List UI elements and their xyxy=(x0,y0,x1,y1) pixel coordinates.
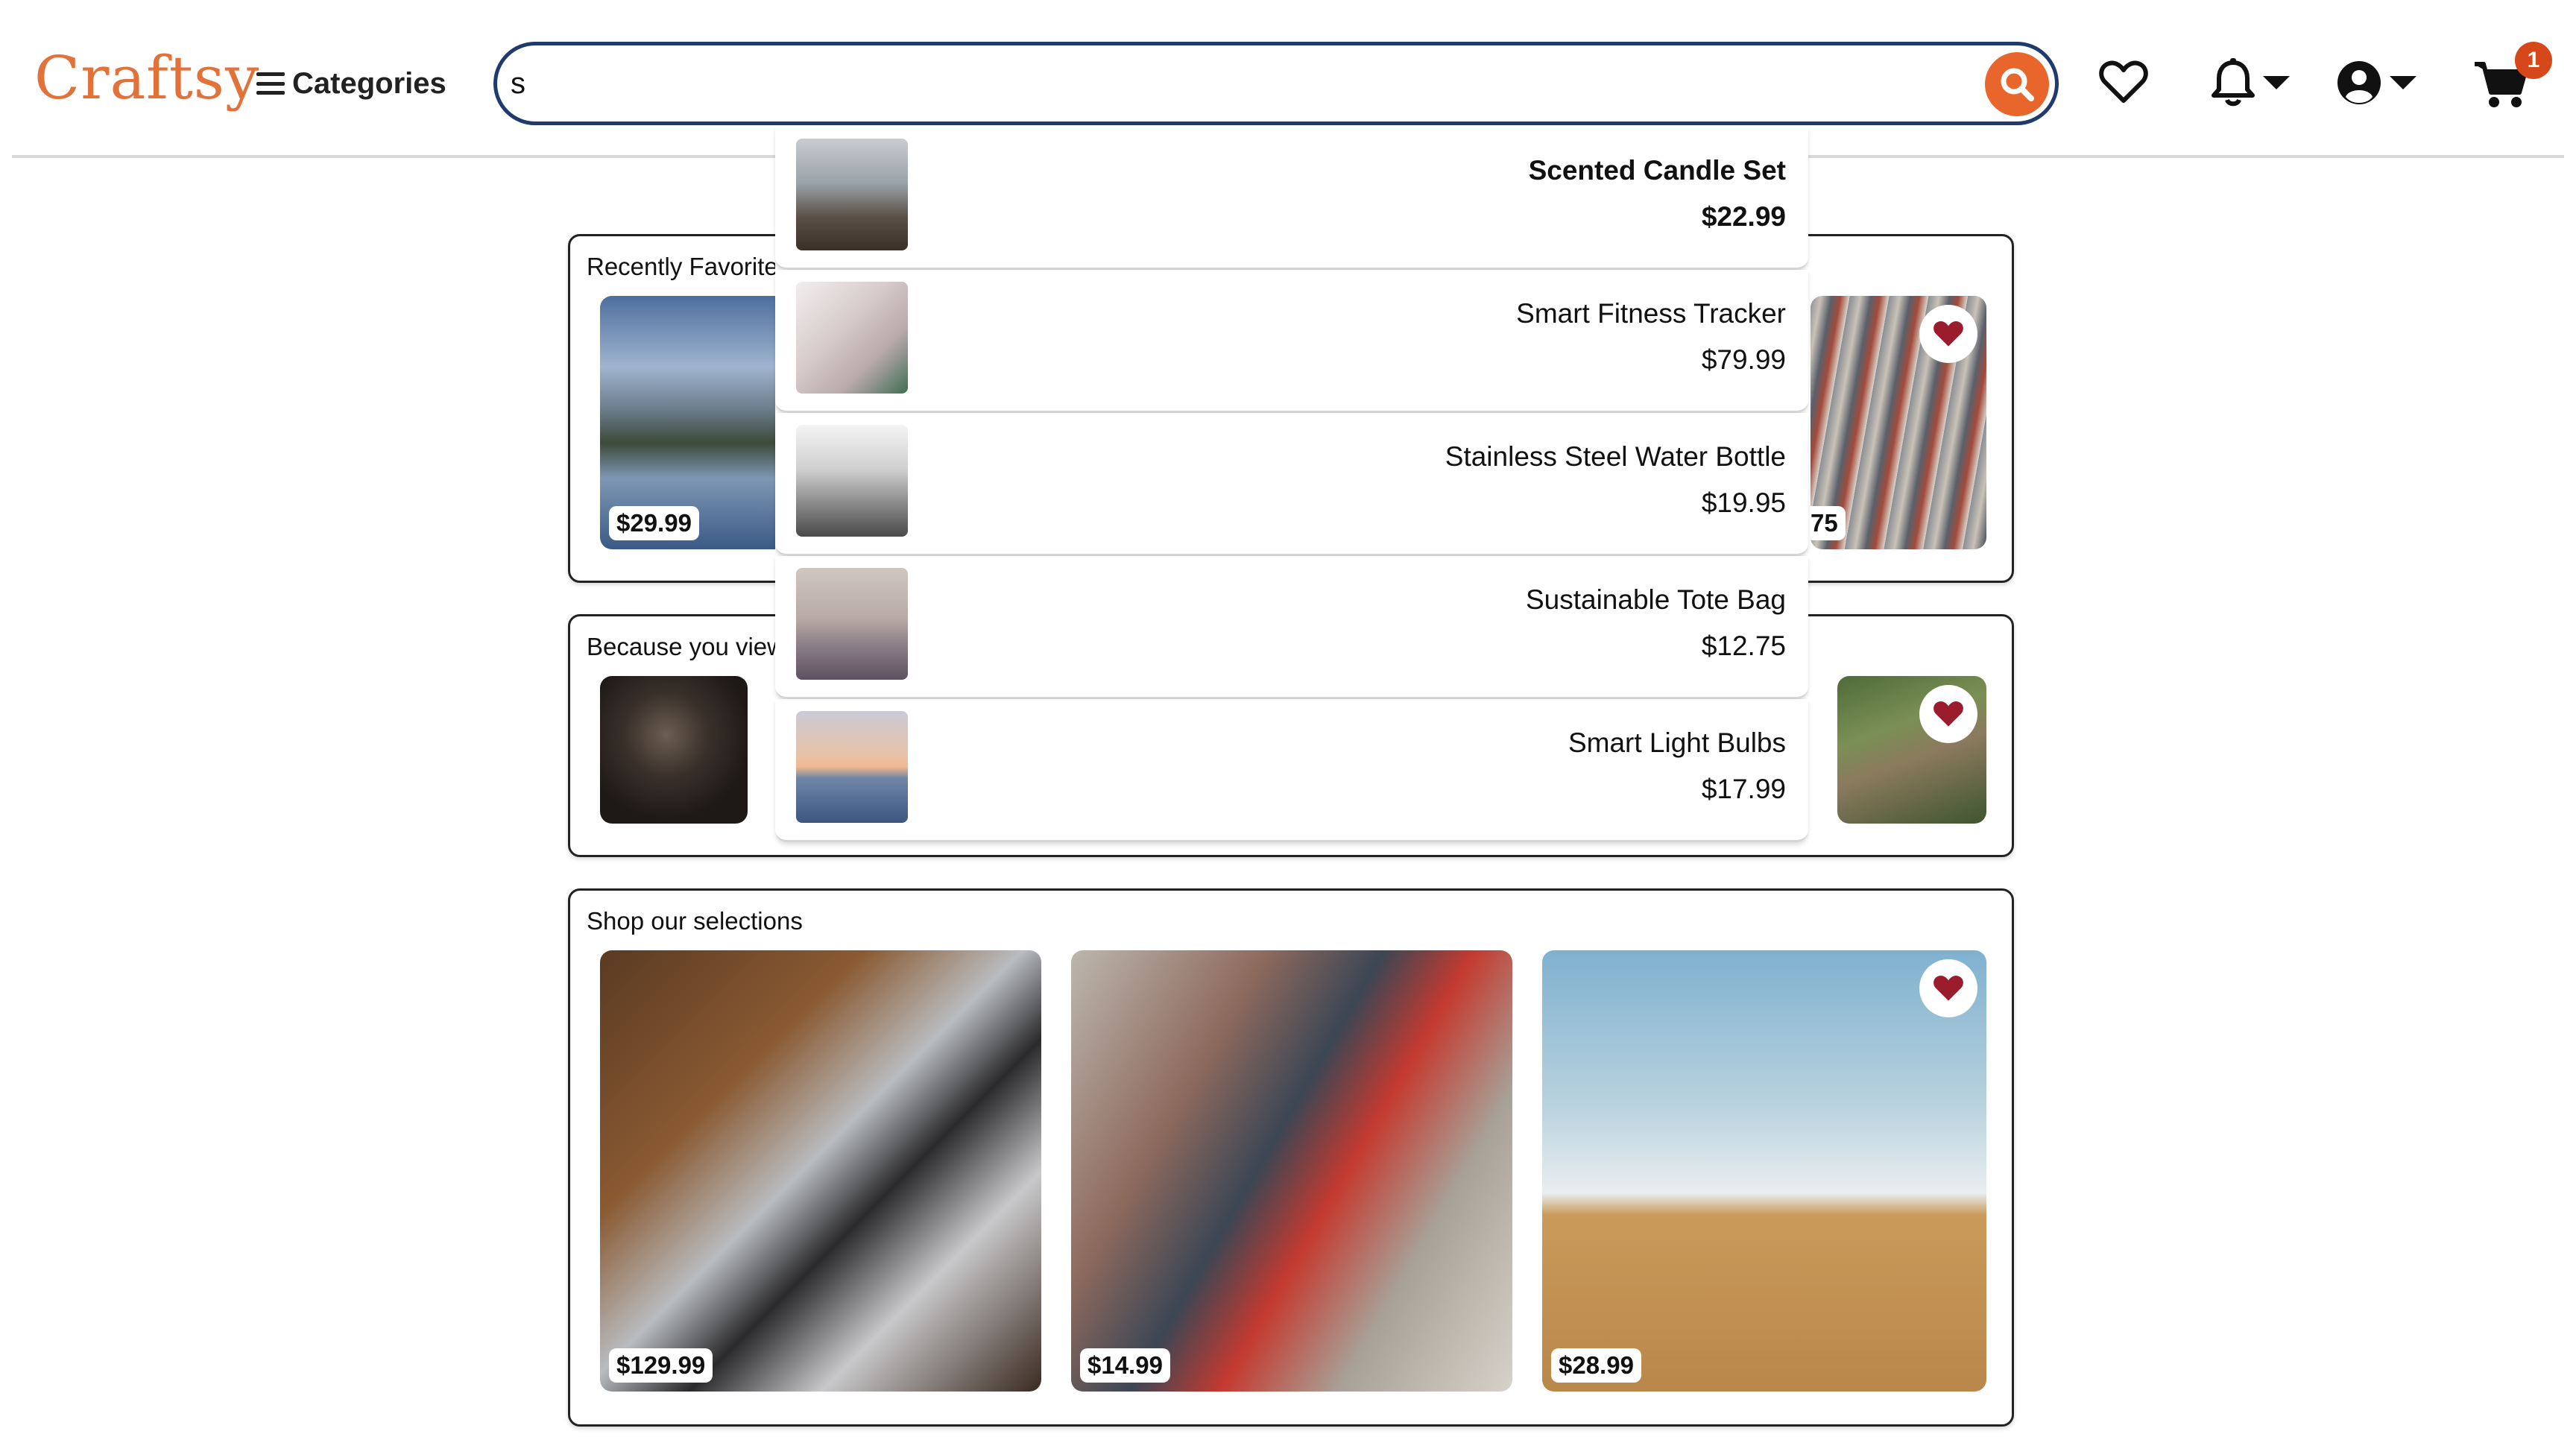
suggestion-name: Sustainable Tote Bag xyxy=(1525,584,1786,615)
suggestion-price: $19.95 xyxy=(1701,487,1786,518)
heart-filled-icon xyxy=(1933,976,1963,1001)
notifications-button[interactable] xyxy=(2211,58,2291,107)
suggestion-thumbnail xyxy=(796,425,908,537)
product-price: $29.99 xyxy=(609,506,699,540)
search-bar xyxy=(493,42,2059,125)
suggestion-price: $22.99 xyxy=(1701,201,1786,232)
shop-selections-section: Shop our selections $129.99 $14.99 $28.9… xyxy=(568,888,2014,1427)
section-title: Recently Favorited xyxy=(587,253,792,280)
suggestion-name: Smart Light Bulbs xyxy=(1568,727,1786,758)
search-suggestions-dropdown: Scented Candle Set $22.99 Smart Fitness … xyxy=(775,127,1808,842)
wishlist-button[interactable] xyxy=(2099,60,2148,104)
heart-filled-icon xyxy=(1933,321,1963,347)
suggestion-item[interactable]: Smart Fitness Tracker $79.99 xyxy=(775,270,1808,413)
suggestion-thumbnail xyxy=(796,568,908,680)
product-tile[interactable] xyxy=(1837,676,1986,824)
product-price: $129.99 xyxy=(609,1348,713,1383)
suggestion-name: Scented Candle Set xyxy=(1528,155,1786,186)
suggestion-price: $12.75 xyxy=(1701,631,1786,661)
suggestion-thumbnail xyxy=(796,139,908,250)
account-button[interactable] xyxy=(2336,60,2418,106)
suggestion-thumbnail xyxy=(796,282,908,394)
favorite-button[interactable] xyxy=(1919,305,1977,363)
suggestion-item[interactable]: Scented Candle Set $22.99 xyxy=(775,127,1808,270)
chevron-down-icon xyxy=(2263,76,2290,89)
search-button[interactable] xyxy=(1985,52,2049,116)
chevron-down-icon xyxy=(2390,76,2416,89)
hamburger-icon xyxy=(256,72,285,95)
craftsy-logo[interactable]: Craftsy xyxy=(34,43,259,113)
favorite-button[interactable] xyxy=(1919,959,1977,1017)
suggestion-item[interactable]: Stainless Steel Water Bottle $19.95 xyxy=(775,413,1808,556)
suggestion-name: Stainless Steel Water Bottle xyxy=(1445,441,1786,472)
product-price: $28.99 xyxy=(1551,1348,1641,1383)
search-input[interactable] xyxy=(511,51,1927,116)
heart-filled-icon xyxy=(1933,701,1963,727)
categories-label: Categories xyxy=(292,66,446,100)
suggestion-price: $79.99 xyxy=(1701,344,1786,375)
categories-menu-button[interactable]: Categories xyxy=(256,63,446,104)
bell-icon xyxy=(2212,58,2255,107)
suggestion-price: $17.99 xyxy=(1701,774,1786,804)
suggestion-item[interactable]: Sustainable Tote Bag $12.75 xyxy=(775,556,1808,699)
cart-count-badge: 1 xyxy=(2515,42,2552,79)
product-tile[interactable]: 75 xyxy=(1811,296,1986,549)
user-circle-icon xyxy=(2337,61,2381,104)
suggestion-name: Smart Fitness Tracker xyxy=(1516,298,1786,329)
product-price: 75 xyxy=(1811,506,1846,540)
product-tile[interactable]: $28.99 xyxy=(1542,950,1986,1392)
section-title: Shop our selections xyxy=(587,907,803,935)
product-tile[interactable]: $14.99 xyxy=(1071,950,1512,1392)
section-title: Because you view xyxy=(587,633,785,660)
product-tile[interactable]: $129.99 xyxy=(600,950,1041,1392)
heart-outline-icon xyxy=(2099,60,2148,103)
search-icon xyxy=(2001,68,2034,101)
product-tile[interactable] xyxy=(600,676,748,824)
product-price: $14.99 xyxy=(1080,1348,1170,1383)
suggestion-thumbnail xyxy=(796,711,908,823)
suggestion-item[interactable]: Smart Light Bulbs $17.99 xyxy=(775,699,1808,842)
favorite-button[interactable] xyxy=(1919,685,1977,743)
